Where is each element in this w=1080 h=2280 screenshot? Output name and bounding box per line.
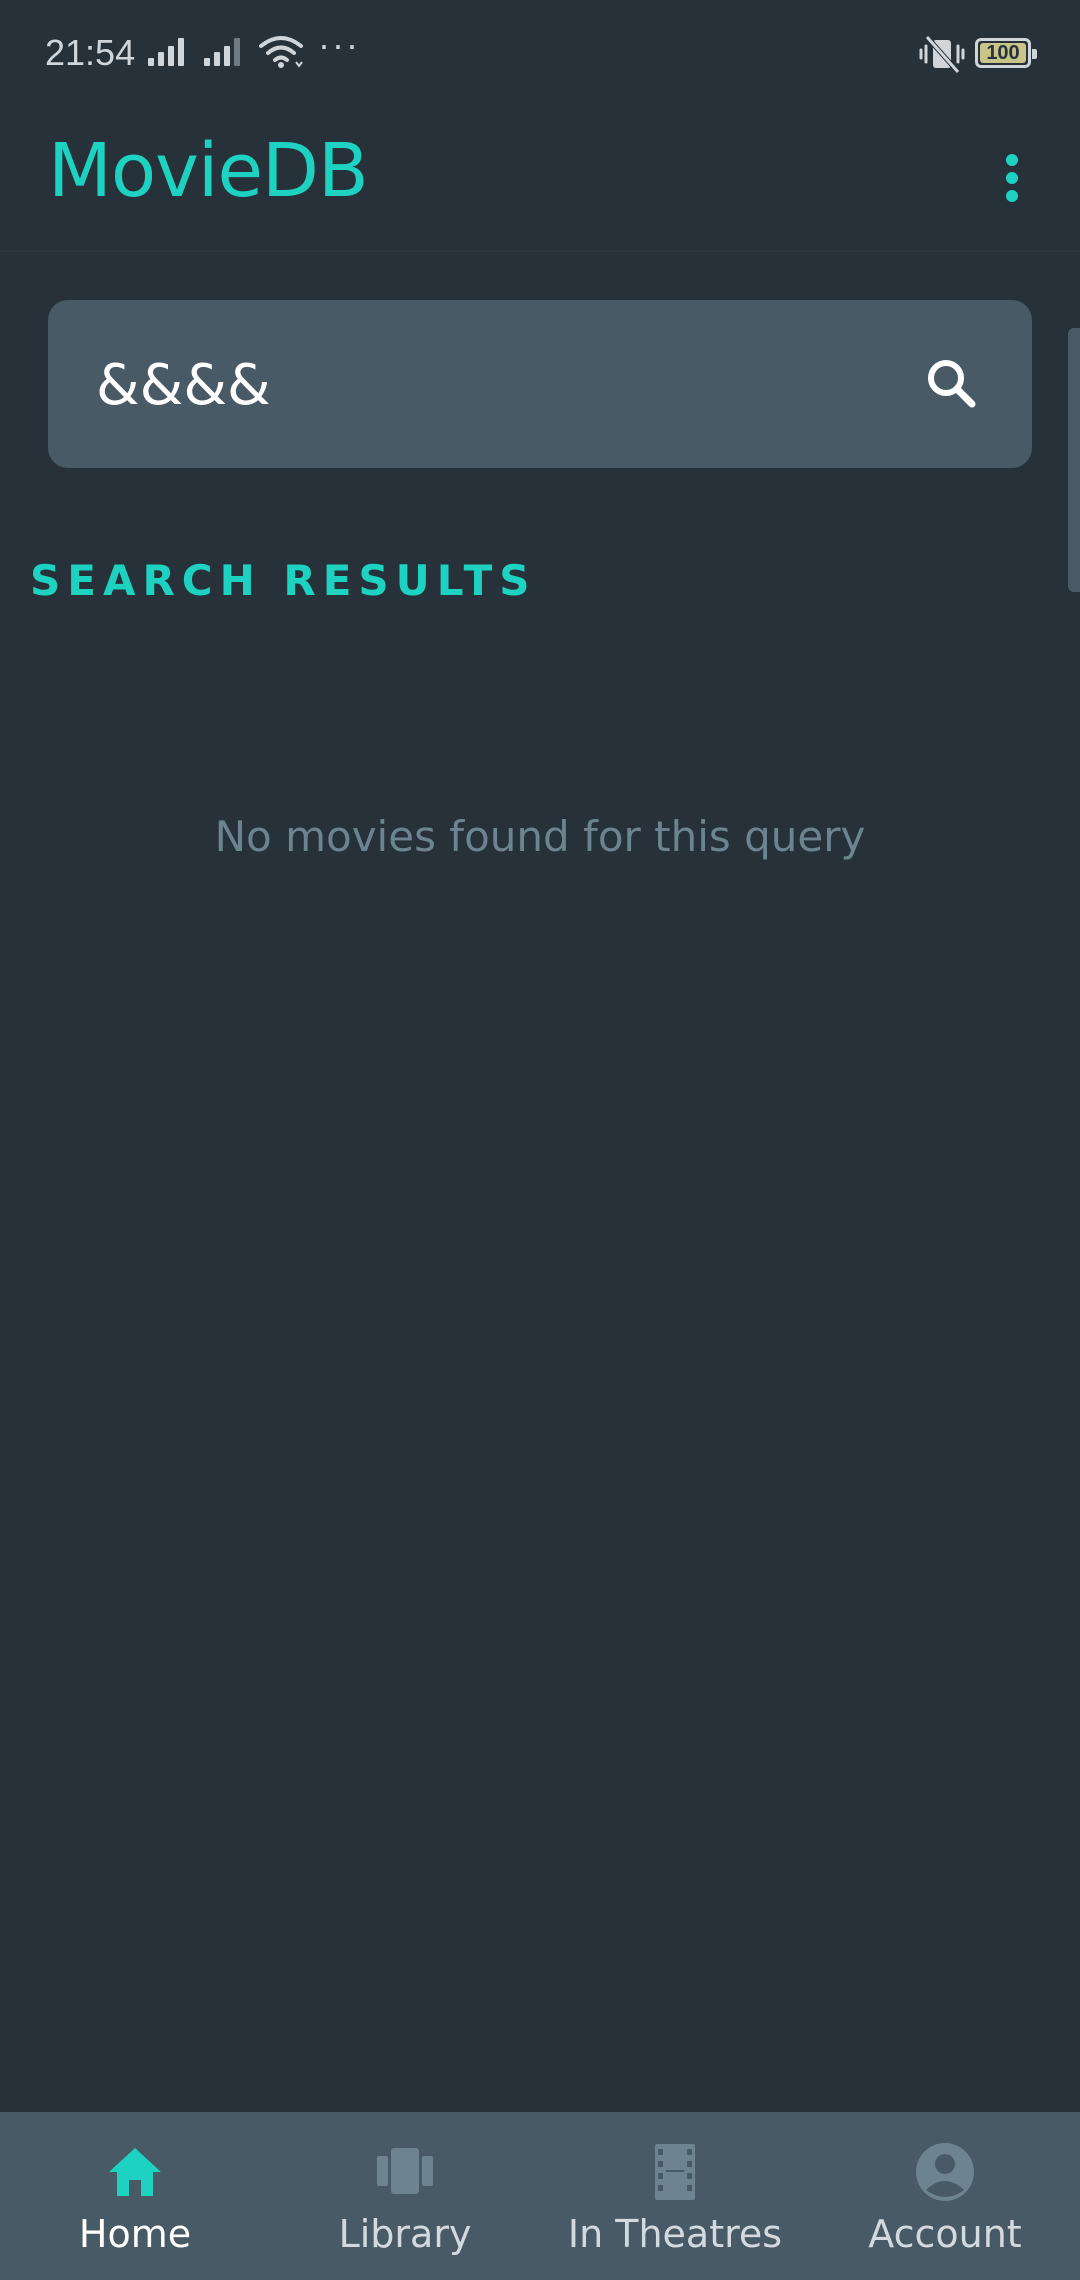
status-bar: 21:54 ··· 100 xyxy=(0,0,1080,110)
nav-item-home[interactable]: Home xyxy=(0,2112,270,2280)
film-icon xyxy=(655,2144,695,2200)
search-bar xyxy=(48,300,1032,468)
more-vert-icon[interactable] xyxy=(996,138,1032,218)
app-root: 21:54 ··· 100 MovieDB &&&& SEARCH RESULT… xyxy=(0,0,1080,2280)
battery-level: 100 xyxy=(980,43,1026,63)
status-time: 21:54 xyxy=(45,32,136,73)
library-icon xyxy=(377,2148,433,2194)
scrollbar[interactable] xyxy=(1068,328,1080,592)
nav-label-account: Account xyxy=(868,2212,1022,2256)
wifi-icon xyxy=(259,36,303,68)
search-input[interactable] xyxy=(96,340,876,430)
nav-label-in-theatres: In Theatres xyxy=(567,2212,783,2256)
app-title: MovieDB xyxy=(48,128,369,214)
app-bar: MovieDB xyxy=(0,110,1080,252)
account-icon xyxy=(916,2143,974,2201)
nav-item-library[interactable]: Library xyxy=(270,2112,540,2280)
nav-item-account[interactable]: Account xyxy=(810,2112,1080,2280)
more-dots-icon: ··· xyxy=(318,24,360,65)
bottom-nav: Home Library In Theatres Account xyxy=(0,2112,1080,2280)
nav-item-in-theatres[interactable]: In Theatres xyxy=(540,2112,810,2280)
search-icon[interactable] xyxy=(916,348,988,420)
home-icon xyxy=(109,2148,161,2196)
signal-icon xyxy=(204,38,248,66)
nav-label-home: Home xyxy=(78,2212,192,2256)
vibrate-icon xyxy=(919,35,965,74)
search-results-heading: SEARCH RESULTS xyxy=(30,556,537,605)
nav-label-library: Library xyxy=(338,2212,472,2256)
battery-icon: 100 xyxy=(975,38,1037,68)
empty-results-message: No movies found for this query xyxy=(214,812,866,861)
signal-icon xyxy=(148,38,192,66)
